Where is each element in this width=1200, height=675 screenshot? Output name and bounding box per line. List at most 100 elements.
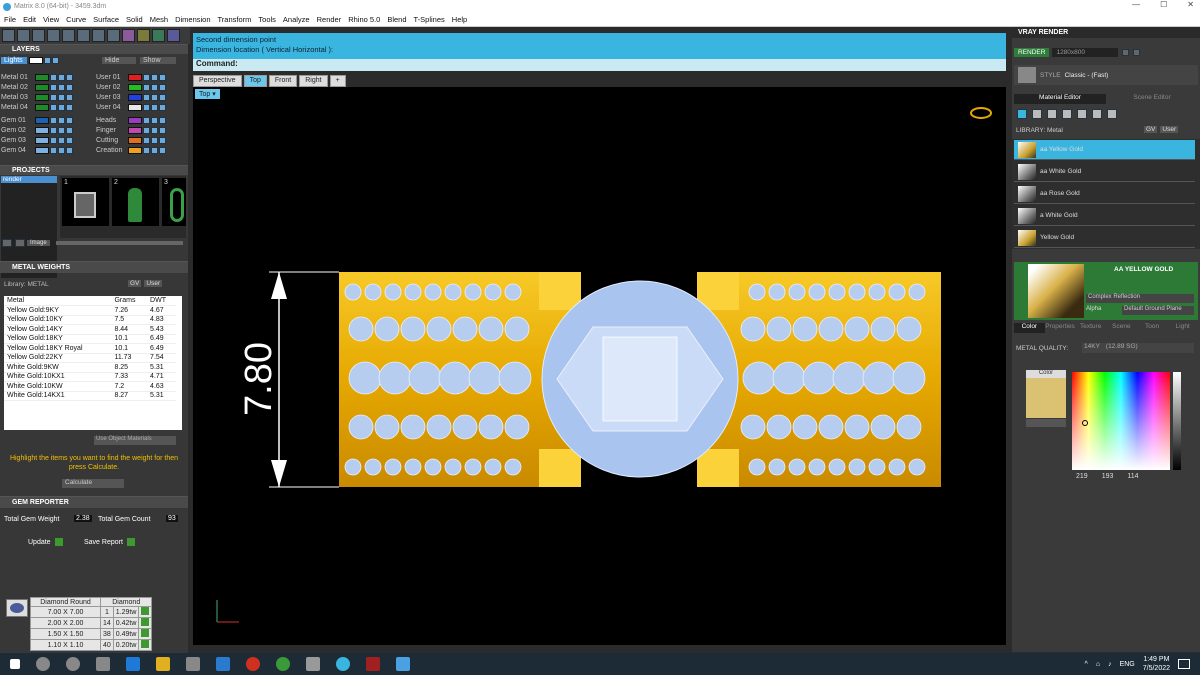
layer-color-swatch[interactable] bbox=[128, 117, 142, 124]
table-row[interactable]: 7.00 X 7.00 1 1.29tw bbox=[30, 606, 153, 618]
chrome-icon[interactable] bbox=[246, 657, 260, 671]
material-item[interactable]: a White Gold bbox=[1014, 206, 1195, 226]
menu-tsplines[interactable]: T-Splines bbox=[414, 15, 445, 24]
menu-analyze[interactable]: Analyze bbox=[283, 15, 310, 24]
close-button[interactable]: ✕ bbox=[1187, 0, 1194, 9]
tab-toon[interactable]: Toon bbox=[1137, 323, 1168, 333]
menu-surface[interactable]: Surface bbox=[93, 15, 119, 24]
open-file-icon[interactable] bbox=[17, 29, 30, 42]
use-object-materials-checkbox[interactable]: Use Object Materials bbox=[94, 436, 176, 445]
lights-visible-icon[interactable] bbox=[52, 57, 59, 64]
layer-color-swatch[interactable] bbox=[128, 74, 142, 81]
vray-gv-filter[interactable]: GV bbox=[1144, 126, 1158, 133]
tab-scene[interactable]: Scene bbox=[1106, 323, 1137, 333]
layer-row[interactable]: User 01 bbox=[96, 73, 166, 82]
user-filter[interactable]: User bbox=[144, 280, 163, 287]
save-report-button[interactable]: Save Report bbox=[84, 538, 135, 546]
layer-select-icon[interactable] bbox=[159, 137, 166, 144]
menu-curve[interactable]: Curve bbox=[66, 15, 86, 24]
redo-icon[interactable] bbox=[77, 29, 90, 42]
layer-lock-icon[interactable] bbox=[143, 137, 150, 144]
layer-select-icon[interactable] bbox=[159, 104, 166, 111]
layer-lock-icon[interactable] bbox=[143, 147, 150, 154]
layer-visible-icon[interactable] bbox=[58, 84, 65, 91]
snap-icon[interactable] bbox=[107, 29, 120, 42]
tab-right[interactable]: Right bbox=[299, 75, 328, 87]
layer-color-swatch[interactable] bbox=[35, 117, 49, 124]
layer-row[interactable]: Creation bbox=[96, 146, 166, 155]
render-prev-icon[interactable] bbox=[1122, 49, 1130, 56]
color-picker-cursor[interactable] bbox=[1082, 420, 1088, 426]
layer-lock-icon[interactable] bbox=[50, 117, 57, 124]
select-gem-icon[interactable] bbox=[141, 618, 150, 626]
layer-color-swatch[interactable] bbox=[128, 84, 142, 91]
show-button[interactable]: Show bbox=[140, 57, 176, 64]
lights-lock-icon[interactable] bbox=[44, 57, 51, 64]
render-next-icon[interactable] bbox=[1133, 49, 1141, 56]
table-row[interactable]: White Gold:10KW 7.2 4.63 bbox=[4, 381, 176, 392]
add-viewport-icon[interactable]: + bbox=[329, 75, 346, 87]
table-row[interactable]: White Gold:10KX1 7.33 4.71 bbox=[4, 372, 176, 382]
layer-color-swatch[interactable] bbox=[128, 127, 142, 134]
layer-row[interactable]: Metal 04 bbox=[1, 103, 73, 112]
blue-value[interactable]: 114 bbox=[1127, 473, 1138, 480]
layer-lock-icon[interactable] bbox=[143, 94, 150, 101]
layer-row[interactable]: Metal 02 bbox=[1, 83, 73, 92]
new-file-icon[interactable] bbox=[2, 29, 15, 42]
layer-visible-icon[interactable] bbox=[58, 117, 65, 124]
update-button[interactable]: Update bbox=[28, 538, 63, 546]
select-gem-icon[interactable] bbox=[141, 607, 150, 615]
layer-select-icon[interactable] bbox=[159, 84, 166, 91]
material-item[interactable]: Yellow Gold bbox=[1014, 228, 1195, 248]
layer-select-icon[interactable] bbox=[66, 74, 73, 81]
layer-select-icon[interactable] bbox=[66, 117, 73, 124]
layer-color-swatch[interactable] bbox=[35, 104, 49, 111]
brightness-slider[interactable] bbox=[1173, 372, 1181, 470]
layer-visible-icon[interactable] bbox=[58, 127, 65, 134]
tool-a-icon[interactable] bbox=[122, 29, 135, 42]
notifications-icon[interactable] bbox=[1178, 659, 1190, 669]
menu-rhino[interactable]: Rhino 5.0 bbox=[348, 15, 380, 24]
image-button[interactable]: Image bbox=[27, 240, 50, 246]
layer-row[interactable]: Heads bbox=[96, 116, 166, 125]
menu-file[interactable]: File bbox=[4, 15, 16, 24]
hide-button[interactable]: Hide bbox=[102, 57, 136, 64]
layer-lock-icon[interactable] bbox=[50, 147, 57, 154]
layer-color-swatch[interactable] bbox=[128, 147, 142, 154]
layer-lock-icon[interactable] bbox=[50, 127, 57, 134]
layer-row[interactable]: Gem 02 bbox=[1, 126, 73, 135]
volume-icon[interactable]: ♪ bbox=[1108, 661, 1112, 668]
layer-lock-icon[interactable] bbox=[50, 74, 57, 81]
lights-layer[interactable]: Lights bbox=[1, 57, 27, 64]
table-row[interactable]: Yellow Gold:22KY 11.73 7.54 bbox=[4, 353, 176, 363]
layer-visible-icon[interactable] bbox=[151, 137, 158, 144]
print-icon[interactable] bbox=[47, 29, 60, 42]
layer-row[interactable]: Gem 01 bbox=[1, 116, 73, 125]
render-button[interactable]: RENDER bbox=[1014, 48, 1050, 57]
reflection-dropdown[interactable]: Complex Reflection bbox=[1086, 294, 1194, 303]
layer-visible-icon[interactable] bbox=[151, 127, 158, 134]
project-slider[interactable] bbox=[55, 241, 183, 245]
color-picker[interactable] bbox=[1072, 372, 1170, 470]
material-tool-2-icon[interactable] bbox=[1032, 109, 1042, 119]
menu-render[interactable]: Render bbox=[317, 15, 342, 24]
project-thumb-1[interactable]: 1 bbox=[62, 178, 109, 226]
layer-visible-icon[interactable] bbox=[58, 94, 65, 101]
menu-edit[interactable]: Edit bbox=[23, 15, 36, 24]
file-explorer-icon[interactable] bbox=[156, 657, 170, 671]
layer-visible-icon[interactable] bbox=[58, 137, 65, 144]
layer-select-icon[interactable] bbox=[66, 127, 73, 134]
menu-view[interactable]: View bbox=[43, 15, 59, 24]
table-row[interactable]: 1.50 X 1.50 38 0.49tw bbox=[30, 628, 153, 640]
tab-scene-editor[interactable]: Scene Editor bbox=[1106, 94, 1198, 104]
layer-lock-icon[interactable] bbox=[50, 94, 57, 101]
lights-swatch[interactable] bbox=[29, 57, 43, 64]
material-item[interactable]: aa Rose Gold bbox=[1014, 184, 1195, 204]
network-icon[interactable]: ⌂ bbox=[1096, 661, 1100, 668]
layer-visible-icon[interactable] bbox=[151, 84, 158, 91]
layer-color-swatch[interactable] bbox=[35, 127, 49, 134]
layer-select-icon[interactable] bbox=[159, 147, 166, 154]
layer-lock-icon[interactable] bbox=[143, 74, 150, 81]
layer-row[interactable]: Finger bbox=[96, 126, 166, 135]
layer-row[interactable]: Metal 01 bbox=[1, 73, 73, 82]
